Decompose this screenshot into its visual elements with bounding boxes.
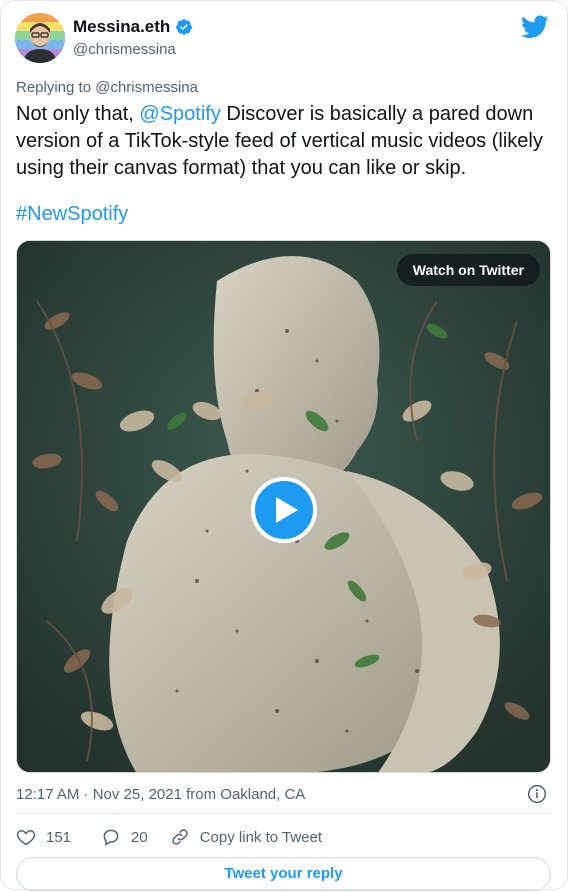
- info-icon[interactable]: [527, 784, 547, 804]
- copy-link-button[interactable]: Copy link to Tweet: [170, 827, 322, 847]
- tweet-your-reply-button[interactable]: Tweet your reply: [16, 857, 551, 891]
- video-media[interactable]: Watch on Twitter: [16, 240, 551, 773]
- like-button[interactable]: 151: [16, 827, 71, 847]
- replying-prefix: Replying to: [16, 79, 96, 96]
- mention-link[interactable]: @Spotify: [139, 103, 220, 125]
- tweet-text-before: Not only that,: [16, 103, 140, 125]
- twitter-bird-icon[interactable]: [521, 15, 549, 39]
- author-name[interactable]: Messina.eth: [73, 17, 170, 37]
- reply-icon: [103, 829, 119, 846]
- tweet-text: Not only that, @Spotify Discover is basi…: [16, 101, 561, 182]
- reply-button[interactable]: 20: [101, 827, 148, 847]
- play-icon: [276, 497, 298, 523]
- divider: [16, 813, 552, 814]
- verified-badge-icon: [176, 19, 193, 35]
- author-name-row[interactable]: Messina.eth: [73, 17, 193, 37]
- link-icon: [172, 829, 188, 845]
- like-count: 151: [46, 828, 72, 846]
- tweet-timestamp[interactable]: 12:17 AM · Nov 25, 2021 from Oakland, CA: [16, 786, 305, 803]
- play-button[interactable]: [251, 477, 317, 543]
- replying-handle-link[interactable]: @chrismessina: [95, 79, 198, 96]
- copy-link-label: Copy link to Tweet: [199, 828, 323, 846]
- heart-icon: [16, 829, 36, 846]
- author-handle[interactable]: @chrismessina: [73, 41, 176, 58]
- tweet-actions: 151 20 Copy link to Tweet: [16, 825, 322, 849]
- avatar[interactable]: [15, 13, 65, 63]
- replying-to: Replying to @chrismessina: [16, 79, 198, 96]
- tweet-card: Messina.eth @chrismessina Replying to @c…: [0, 0, 568, 891]
- hashtag-link[interactable]: #NewSpotify: [16, 203, 128, 226]
- reply-count: 20: [131, 828, 148, 846]
- watch-on-twitter-button[interactable]: Watch on Twitter: [396, 254, 540, 286]
